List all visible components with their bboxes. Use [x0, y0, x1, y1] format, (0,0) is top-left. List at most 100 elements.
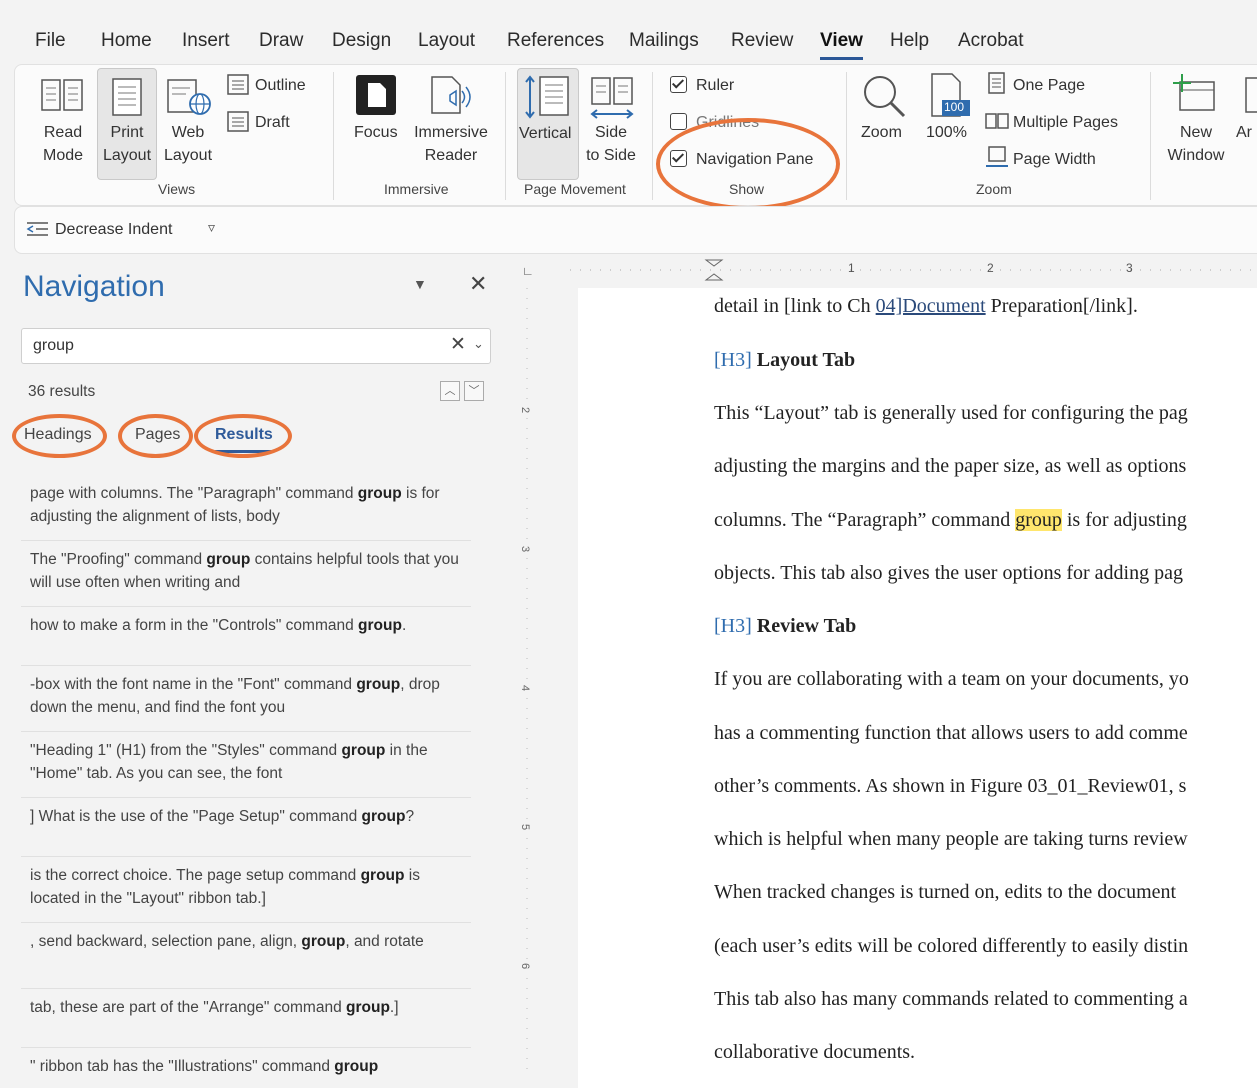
- menu-layout[interactable]: Layout: [418, 30, 475, 52]
- navigation-pane: [0, 256, 510, 1078]
- search-result-item[interactable]: -box with the font name in the "Font" co…: [30, 673, 470, 719]
- gridlines-check-icon: [670, 113, 687, 130]
- result-divider: [21, 540, 471, 541]
- menu-help[interactable]: Help: [890, 30, 929, 52]
- vertical-ruler-ticks: [526, 288, 528, 1078]
- doc-line: When tracked changes is turned on, edits…: [714, 881, 1177, 903]
- doc-link[interactable]: 04]Document: [876, 295, 986, 317]
- group-separator: [652, 72, 653, 200]
- customize-toolbar-icon[interactable]: ▿: [208, 219, 215, 236]
- views-group-label: Views: [158, 181, 196, 197]
- result-divider: [21, 1047, 471, 1048]
- menu-view[interactable]: View: [820, 30, 863, 60]
- search-result-item[interactable]: The "Proofing" command group contains he…: [30, 548, 470, 594]
- search-hit-highlight: group: [1015, 509, 1062, 531]
- page-width-icon: [986, 146, 1008, 167]
- close-icon[interactable]: ✕: [469, 271, 487, 297]
- print-layout-button[interactable]: Print Layout: [97, 68, 157, 180]
- menu-draw[interactable]: Draw: [259, 30, 303, 52]
- group-separator: [846, 72, 847, 200]
- magnifier-icon: [864, 76, 906, 118]
- side-to-side-icon: [590, 77, 634, 119]
- immersive-group-label: Immersive: [384, 181, 449, 197]
- vertical-label: Vertical: [519, 125, 572, 142]
- pane-options-icon[interactable]: ▼: [413, 276, 427, 292]
- draft-label: Draft: [255, 114, 290, 131]
- vruler-number: 4: [519, 684, 532, 692]
- immersive-reader-icon: [431, 76, 471, 114]
- doc-line: This “Layout” tab is generally used for …: [714, 402, 1188, 424]
- previous-result-button[interactable]: ︿: [440, 381, 460, 401]
- doc-line: adjusting the margins and the paper size…: [714, 455, 1187, 477]
- search-result-item[interactable]: " ribbon tab has the "Illustrations" com…: [30, 1055, 470, 1078]
- menu-insert[interactable]: Insert: [182, 30, 230, 52]
- menu-mailings[interactable]: Mailings: [629, 30, 699, 52]
- search-result-item[interactable]: page with columns. The "Paragraph" comma…: [30, 482, 470, 528]
- doc-line: detail in [link to Ch 04]Document Prepar…: [714, 295, 1138, 317]
- menu-bar: File Home Insert Draw Design Layout Refe…: [0, 22, 1257, 62]
- outline-icon: [227, 74, 249, 95]
- doc-heading: [H3] Layout Tab: [714, 349, 856, 371]
- menu-review[interactable]: Review: [731, 30, 793, 52]
- search-result-item[interactable]: is the correct choice. The page setup co…: [30, 864, 470, 910]
- zoom-group-label: Zoom: [976, 181, 1012, 197]
- result-divider: [21, 856, 471, 857]
- result-divider: [21, 988, 471, 989]
- arrange-all-icon: [1245, 77, 1257, 113]
- search-options-chevron-icon[interactable]: ⌄: [473, 336, 484, 352]
- navigation-title: Navigation: [23, 270, 165, 303]
- search-input[interactable]: [31, 336, 435, 356]
- multiple-pages-icon: [985, 113, 1009, 129]
- one-page-icon: [988, 72, 1005, 94]
- group-separator: [1150, 72, 1151, 200]
- highlight-circle: [118, 414, 193, 458]
- result-divider: [21, 731, 471, 732]
- next-result-button[interactable]: ﹀: [464, 381, 484, 401]
- hruler-number: 2: [987, 261, 994, 275]
- page-width-label: Page Width: [1013, 151, 1096, 168]
- vruler-number: 5: [519, 823, 532, 831]
- highlight-circle: [12, 414, 107, 458]
- search-box[interactable]: ✕ ⌄: [21, 328, 491, 364]
- search-result-item[interactable]: tab, these are part of the "Arrange" com…: [30, 996, 470, 1019]
- result-divider: [21, 606, 471, 607]
- web-layout-label: Web Layout: [163, 124, 213, 164]
- print-layout-label: Print Layout: [102, 124, 152, 164]
- doc-line: has a commenting function that allows us…: [714, 722, 1188, 744]
- vruler-number: 3: [519, 545, 532, 553]
- hruler-number: 1: [848, 261, 855, 275]
- tab-stop-selector-icon[interactable]: ∟: [522, 264, 534, 278]
- vertical-button[interactable]: Vertical: [517, 68, 579, 180]
- one-page-label: One Page: [1013, 77, 1086, 94]
- read-mode-label: Read Mode: [42, 124, 84, 164]
- search-result-item[interactable]: , send backward, selection pane, align, …: [30, 930, 470, 953]
- menu-references[interactable]: References: [507, 30, 604, 52]
- ruler-check-icon: [670, 76, 687, 93]
- clear-search-icon[interactable]: ✕: [450, 333, 466, 356]
- menu-design[interactable]: Design: [332, 30, 391, 52]
- ruler-label: Ruler: [696, 77, 735, 94]
- vruler-number: 2: [519, 406, 532, 414]
- search-result-item[interactable]: how to make a form in the "Controls" com…: [30, 614, 470, 637]
- highlight-circle: [194, 414, 292, 458]
- doc-line: objects. This tab also gives the user op…: [714, 562, 1183, 584]
- group-separator: [333, 72, 334, 200]
- draft-icon: [227, 111, 249, 132]
- menu-file[interactable]: File: [35, 30, 66, 52]
- menu-home[interactable]: Home: [101, 30, 152, 52]
- read-mode-icon: [41, 79, 83, 111]
- side-to-side-label: Side to Side: [586, 124, 636, 164]
- search-result-item[interactable]: ] What is the use of the "Page Setup" co…: [30, 805, 470, 828]
- menu-acrobat[interactable]: Acrobat: [958, 30, 1023, 52]
- focus-icon: [356, 75, 396, 115]
- vertical-scroll-icon: [525, 75, 569, 119]
- result-divider: [21, 922, 471, 923]
- vruler-number: 6: [519, 962, 532, 970]
- immersive-reader-label: Immersive Reader: [414, 124, 488, 164]
- search-result-item[interactable]: "Heading 1" (H1) from the "Styles" comma…: [30, 739, 470, 785]
- results-count: 36 results: [28, 383, 96, 400]
- multiple-pages-label: Multiple Pages: [1013, 114, 1118, 131]
- doc-line: (each user’s edits will be colored diffe…: [714, 935, 1189, 957]
- quick-access-toolbar: [14, 206, 1257, 254]
- highlight-circle: [656, 118, 840, 210]
